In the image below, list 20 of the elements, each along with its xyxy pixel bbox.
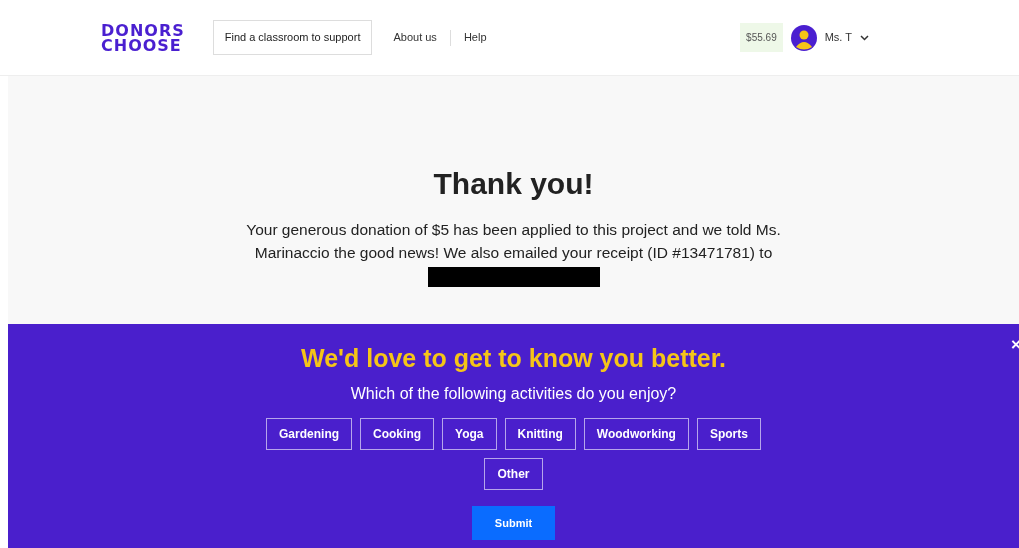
donation-message: Your generous donation of $5 has been applied to this project and we told Ms. Marinaccio the good news! We also emailed your receipt (ID #13471781) to xyxy=(246,221,781,261)
survey-heading: We'd love to get to know you better. xyxy=(301,343,726,374)
activity-option[interactable]: Yoga xyxy=(442,417,497,450)
thank-you-heading: Thank you! xyxy=(432,166,595,202)
activity-option[interactable]: Other xyxy=(484,457,543,490)
activity-option[interactable]: Knitting xyxy=(504,417,576,450)
nav-link[interactable]: Help xyxy=(450,29,500,46)
avatar-icon[interactable] xyxy=(790,24,817,51)
activity-option[interactable]: Sports xyxy=(696,417,761,450)
user-name[interactable]: Ms. T xyxy=(824,29,852,46)
activity-option[interactable]: Cooking xyxy=(360,417,435,450)
activity-option[interactable]: Gardening xyxy=(266,417,353,450)
submit-button[interactable]: Submit xyxy=(471,505,556,540)
account-balance: $55.69 xyxy=(740,23,783,52)
activity-option[interactable]: Woodworking xyxy=(583,417,689,450)
chevron-down-icon[interactable] xyxy=(860,34,869,41)
logo[interactable]: DONORS CHOOSE xyxy=(101,22,185,53)
survey-question: Which of the following activities do you enjoy? xyxy=(350,383,677,404)
nav-link[interactable]: About us xyxy=(380,29,450,46)
find-classroom-button[interactable]: Find a classroom to support xyxy=(212,20,373,55)
